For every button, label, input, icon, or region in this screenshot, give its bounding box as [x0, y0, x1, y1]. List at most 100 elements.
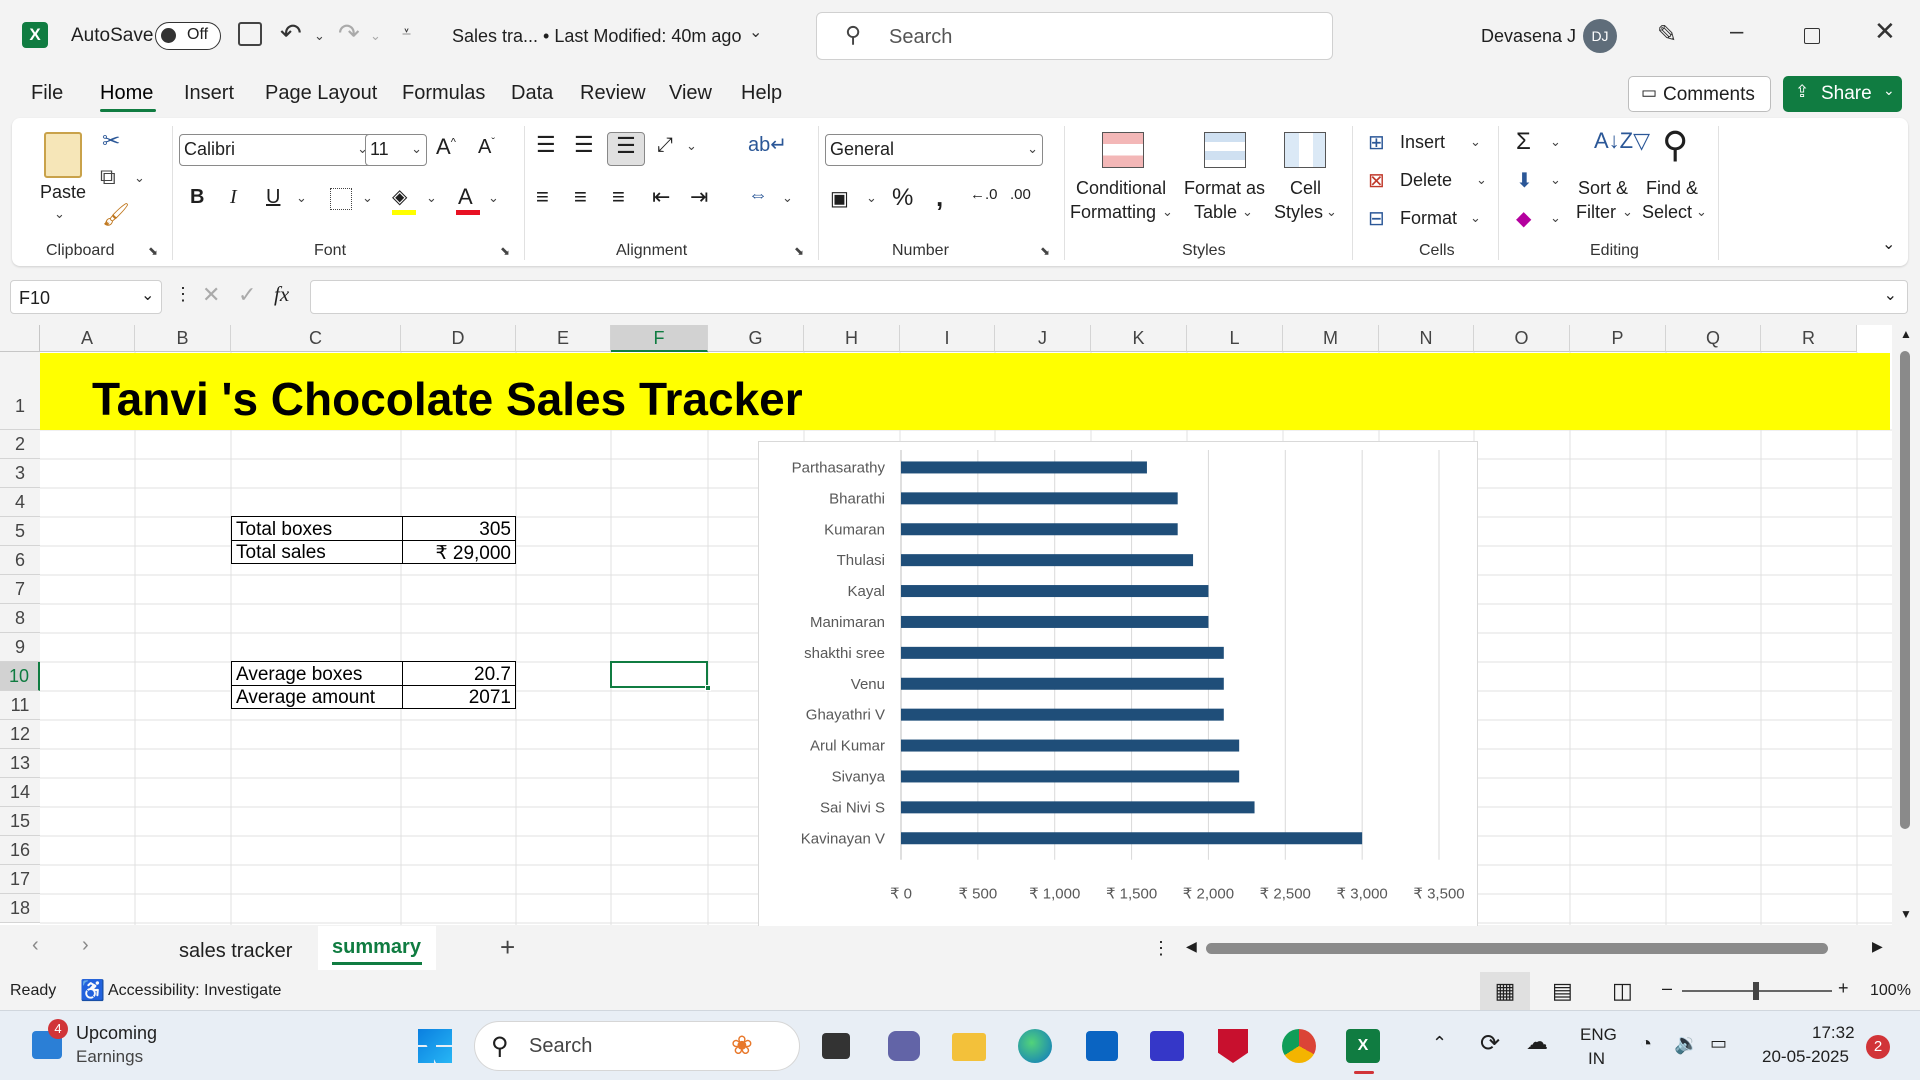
conditional-formatting-label-2[interactable]: Formatting [1070, 202, 1156, 223]
scroll-right-icon[interactable]: ▶ [1872, 938, 1883, 955]
chart-bar[interactable] [901, 770, 1240, 783]
page-break-view-icon[interactable]: ◫ [1612, 978, 1633, 1004]
bold-icon[interactable]: B [190, 186, 204, 209]
user-name[interactable]: Devasena J [1481, 26, 1576, 47]
cell-styles-label-1[interactable]: Cell [1290, 178, 1321, 199]
format-cells-label[interactable]: Format [1400, 208, 1457, 229]
chart-bar[interactable] [901, 739, 1240, 752]
comments-button[interactable]: ▭ Comments [1628, 76, 1771, 112]
paste-label[interactable]: Paste [40, 182, 86, 203]
format-as-table-icon[interactable] [1204, 132, 1246, 168]
autosave-toggle[interactable]: Off [155, 22, 221, 50]
fill-color-icon[interactable]: ◈ [392, 184, 407, 209]
zoom-in-icon[interactable]: + [1838, 978, 1849, 999]
cell-styles-icon[interactable] [1284, 132, 1326, 168]
chart-bar[interactable] [901, 801, 1255, 814]
sheet-tab-summary[interactable]: summary [318, 926, 436, 970]
normal-view-button[interactable]: ▦ [1480, 972, 1530, 1010]
format-cells-icon[interactable]: ⊟ [1368, 206, 1385, 231]
next-sheet-icon[interactable]: › [82, 934, 89, 957]
format-as-table-label-2[interactable]: Table [1194, 202, 1237, 223]
zoom-level[interactable]: 100% [1870, 982, 1911, 1000]
vertical-scrollbar[interactable]: ▲ ▼ [1892, 325, 1920, 925]
scroll-left-icon[interactable]: ◀ [1186, 938, 1197, 955]
font-color-icon[interactable]: A [458, 184, 473, 210]
name-box[interactable]: F10 ⌄ [10, 280, 162, 314]
tab-help[interactable]: Help [741, 82, 782, 105]
paste-dropdown-icon[interactable]: ⌄ [54, 206, 65, 222]
align-bottom-icon[interactable]: ☰ [607, 132, 645, 166]
chart-bar[interactable] [901, 832, 1363, 845]
avatar[interactable]: DJ [1583, 19, 1617, 53]
excel-taskbar-icon[interactable]: X [1346, 1029, 1380, 1063]
vertical-scroll-thumb[interactable] [1900, 351, 1910, 829]
format-table-dropdown-icon[interactable]: ⌄ [1242, 204, 1253, 220]
show-hidden-icons[interactable]: ⌃ [1432, 1033, 1447, 1054]
chart-bar[interactable] [901, 708, 1224, 721]
search-box[interactable]: ⚲ Search [816, 12, 1333, 60]
average-boxes-label[interactable]: Average boxes [236, 664, 362, 686]
more-options-icon[interactable]: ⋮ [174, 284, 192, 305]
italic-icon[interactable]: I [230, 186, 237, 209]
tab-page-layout[interactable]: Page Layout [265, 82, 377, 105]
increase-indent-icon[interactable]: ⇥ [690, 184, 708, 210]
align-top-icon[interactable]: ☰ [536, 132, 556, 158]
teams-icon[interactable] [888, 1031, 920, 1061]
redo-dropdown-icon[interactable]: ⌄ [370, 28, 381, 44]
active-cell-selection[interactable] [610, 661, 708, 688]
average-amount-value[interactable]: 2071 [469, 687, 511, 709]
copy-icon[interactable]: ⧉ [100, 164, 116, 190]
chart-bar[interactable] [901, 492, 1178, 505]
tab-insert[interactable]: Insert [184, 82, 234, 105]
mcafee-shield-icon[interactable] [1218, 1029, 1248, 1063]
autosum-dropdown-icon[interactable]: ⌄ [1550, 134, 1561, 150]
font-name-select[interactable]: Calibri ⌄ [179, 134, 373, 166]
restore-icon[interactable] [1804, 28, 1820, 44]
font-color-dropdown-icon[interactable]: ⌄ [488, 190, 499, 206]
conditional-formatting-label-1[interactable]: Conditional [1076, 178, 1166, 199]
sort-filter-label-1[interactable]: Sort & [1578, 178, 1628, 199]
format-painter-icon[interactable]: 🖌 [102, 202, 130, 228]
sheet-tab-sales-tracker[interactable]: sales tracker [179, 940, 292, 963]
tab-view[interactable]: View [669, 82, 712, 105]
collapse-ribbon-icon[interactable]: ⌄ [1882, 234, 1895, 254]
orientation-dropdown-icon[interactable]: ⌄ [686, 138, 697, 154]
start-icon[interactable] [418, 1029, 452, 1063]
total-sales-label[interactable]: Total sales [236, 542, 326, 564]
chart-bar[interactable] [901, 461, 1147, 474]
find-select-icon[interactable]: ⚲ [1662, 124, 1688, 166]
undo-icon[interactable]: ↶ [280, 18, 302, 49]
sync-icon[interactable]: ⟳ [1480, 1029, 1500, 1058]
clock-time[interactable]: 17:32 [1812, 1023, 1855, 1043]
clear-icon[interactable]: ◆ [1516, 206, 1531, 231]
minimize-icon[interactable]: – [1730, 18, 1743, 46]
undo-dropdown-icon[interactable]: ⌄ [314, 28, 325, 44]
tab-home[interactable]: Home [100, 82, 153, 105]
chart-area[interactable]: ₹ 0 ₹ 500 ₹ 1,000 ₹ 1,500 ₹ 2,000 ₹ 2,500 ₹ 3,… [758, 441, 1478, 931]
find-select-label-1[interactable]: Find & [1646, 178, 1698, 199]
chart-bar[interactable] [901, 585, 1209, 598]
confirm-edit-icon[interactable]: ✓ [238, 282, 256, 308]
total-boxes-value[interactable]: 305 [479, 519, 511, 541]
align-left-icon[interactable]: ≡ [536, 184, 549, 210]
font-launcher-icon[interactable]: ⬊ [500, 244, 510, 258]
format-as-table-label-1[interactable]: Format as [1184, 178, 1265, 199]
zoom-slider[interactable] [1682, 982, 1832, 1000]
alignment-launcher-icon[interactable]: ⬊ [794, 244, 804, 258]
find-dropdown-icon[interactable]: ⌄ [1696, 204, 1707, 220]
decrease-decimal-icon[interactable]: .00 [1010, 186, 1031, 203]
clear-dropdown-icon[interactable]: ⌄ [1550, 210, 1561, 226]
align-right-icon[interactable]: ≡ [612, 184, 625, 210]
accounting-format-icon[interactable]: ▣ [830, 186, 849, 211]
decrease-indent-icon[interactable]: ⇤ [652, 184, 670, 210]
sort-dropdown-icon[interactable]: ⌄ [1622, 204, 1633, 220]
sort-filter-label-2[interactable]: Filter [1576, 202, 1616, 223]
chart-bar[interactable] [901, 646, 1224, 659]
paste-icon[interactable] [44, 132, 82, 178]
number-format-select[interactable]: General ⌄ [825, 134, 1043, 166]
decrease-font-icon[interactable]: Aˇ [478, 136, 495, 159]
chrome-icon[interactable] [1282, 1029, 1316, 1063]
onedrive-icon[interactable]: ☁ [1526, 1029, 1548, 1055]
comma-style-icon[interactable]: , [936, 182, 943, 213]
formula-input[interactable]: ⌄ [310, 280, 1908, 314]
